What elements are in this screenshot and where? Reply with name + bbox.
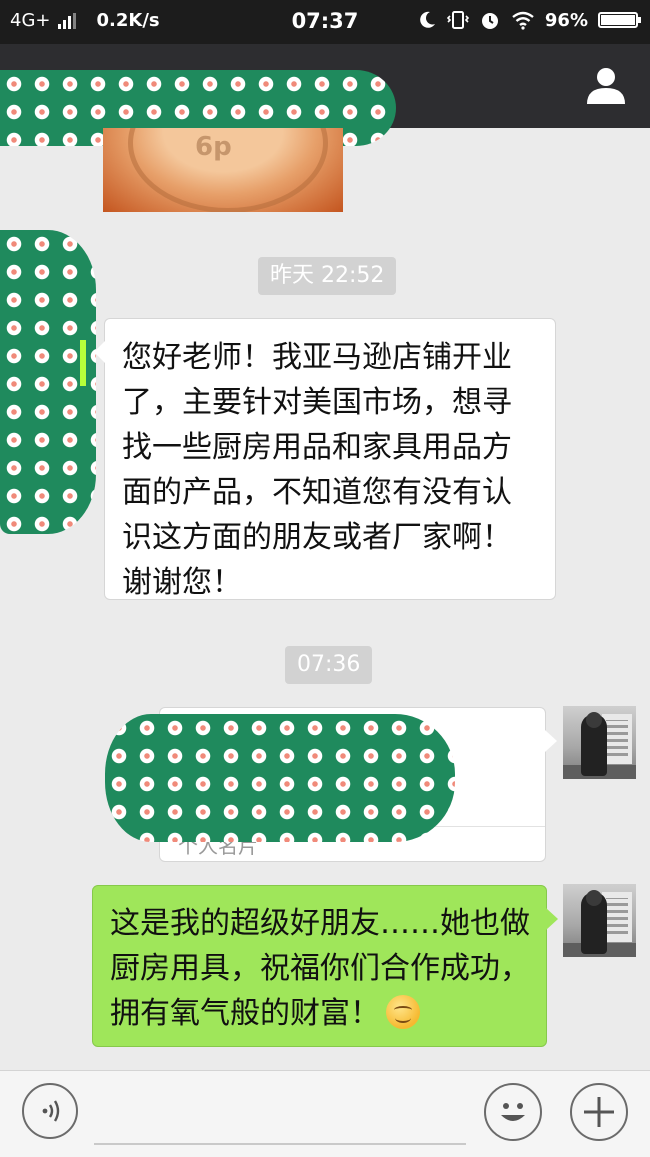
image-plate-text: 6p	[195, 132, 232, 162]
plus-icon	[584, 1097, 614, 1127]
smiley-icon	[501, 1103, 525, 1121]
timestamp-divider: 07:36	[285, 646, 373, 684]
my-avatar[interactable]	[563, 884, 636, 957]
battery-icon	[598, 12, 641, 28]
emoji-button[interactable]	[484, 1083, 542, 1141]
vibrate-icon	[446, 11, 469, 29]
wifi-icon	[512, 11, 534, 30]
message-text: 这是我的超级好朋友……她也做厨房用具，祝福你们合作成功，拥有氧气般的财富！	[110, 906, 530, 1031]
status-right: 96%	[417, 9, 641, 31]
redaction-contact-card	[105, 714, 455, 842]
message-input[interactable]	[94, 1083, 466, 1145]
chat-profile-button[interactable]	[584, 64, 628, 108]
avatar-person	[581, 712, 607, 776]
message-text: 您好老师！我亚马逊店铺开业了，主要针对美国市场，想寻找一些厨房用品和家具用品方面…	[122, 340, 512, 600]
battery-percent: 96%	[544, 9, 588, 31]
incoming-message-bubble[interactable]: 您好老师！我亚马逊店铺开业了，主要针对美国市场，想寻找一些厨房用品和家具用品方面…	[94, 318, 556, 600]
status-bar: 4G+ 0.2K/s 07:37 96%	[0, 0, 650, 44]
message-input-bar	[0, 1070, 650, 1157]
outgoing-message-bubble[interactable]: 这是我的超级好朋友……她也做厨房用具，祝福你们合作成功，拥有氧气般的财富！	[92, 885, 558, 1047]
timestamp-divider: 昨天 22:52	[258, 257, 397, 295]
voice-button[interactable]	[22, 1083, 78, 1139]
person-icon	[587, 68, 625, 104]
avatar-edge	[80, 340, 86, 386]
image-message-partial[interactable]: 6p	[103, 128, 343, 212]
alarm-icon	[481, 13, 498, 29]
my-avatar[interactable]	[563, 706, 636, 779]
avatar-person	[581, 890, 607, 954]
smiley-emoji-icon	[386, 995, 420, 1029]
voice-icon	[42, 1100, 60, 1122]
more-button[interactable]	[570, 1083, 628, 1141]
moon-icon	[420, 11, 435, 28]
